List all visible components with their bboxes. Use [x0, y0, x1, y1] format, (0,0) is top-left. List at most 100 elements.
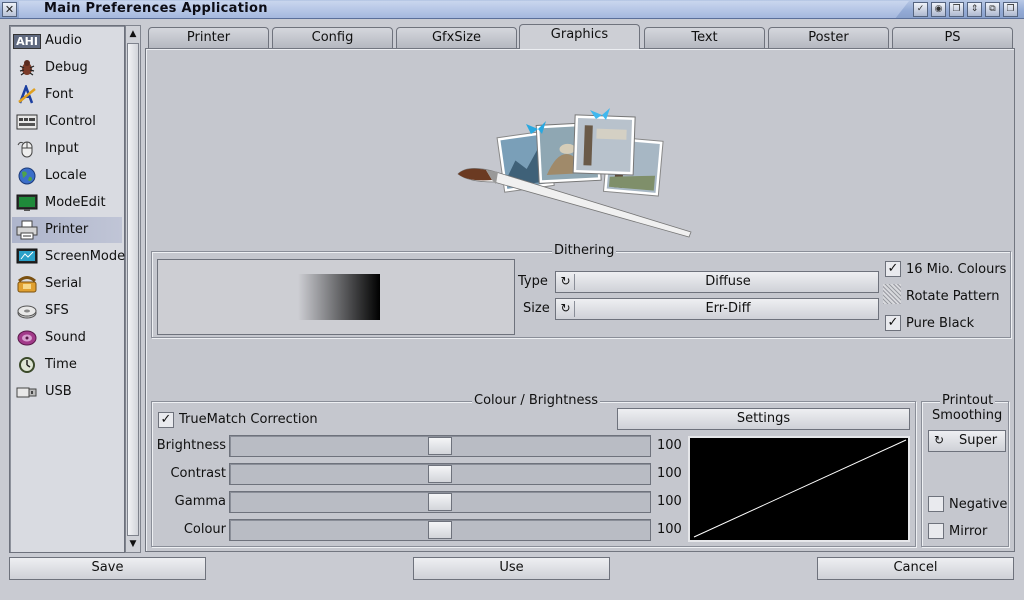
negative-checkbox[interactable]	[928, 496, 944, 512]
keyboard-icon	[15, 112, 39, 132]
title-bar[interactable]: ✕ Main Preferences Application ✓ ◉ ❐ ⇕ ⧉…	[0, 0, 1024, 19]
tab-config[interactable]: Config	[272, 27, 393, 48]
sidebar-item-font[interactable]: Font	[12, 82, 122, 108]
front-back-icon[interactable]: ❐	[1003, 2, 1018, 17]
sidebar-item-usb[interactable]: USB	[12, 379, 122, 405]
sidebar-item-label: ScreenMode	[45, 249, 126, 264]
colour-brightness-title: Colour / Brightness	[472, 393, 601, 408]
clock-icon	[15, 355, 39, 375]
sidebar-item-time[interactable]: Time	[12, 352, 122, 378]
ahi-icon: AHI	[13, 31, 41, 51]
settings-button[interactable]: Settings	[617, 408, 910, 430]
mouse-icon	[15, 139, 39, 159]
sidebar-item-modeedit[interactable]: ModeEdit	[12, 190, 122, 216]
slider-knob[interactable]	[428, 521, 452, 539]
sidebar-item-screenmode[interactable]: ScreenMode	[12, 244, 126, 270]
dithering-group: Dithering Type ↻ Diffuse Size ↻ Err-Diff…	[151, 243, 1011, 338]
cycle-icon: ↻	[933, 433, 945, 447]
scroll-up-arrow-icon[interactable]: ▲	[126, 26, 140, 42]
colour-value: 100	[657, 522, 682, 537]
slider-knob[interactable]	[428, 493, 452, 511]
contrast-slider[interactable]	[229, 463, 651, 485]
monitor-icon	[15, 193, 39, 213]
save-button[interactable]: Save	[9, 557, 206, 580]
contrast-label: Contrast	[170, 466, 226, 481]
graphics-illustration	[456, 104, 696, 244]
brightness-label: Brightness	[156, 438, 226, 453]
smoothing-cycle[interactable]: ↻ Super	[928, 430, 1006, 452]
depth-icon[interactable]: ⧉	[985, 2, 1000, 17]
truematch-label: TrueMatch Correction	[179, 412, 318, 427]
printout-group: Printout Smoothing ↻ Super Negative Mirr…	[921, 393, 1009, 547]
sidebar-item-printer[interactable]: Printer	[12, 217, 122, 243]
sidebar-item-audio[interactable]: AHI Audio	[12, 28, 122, 54]
sidebar-item-debug[interactable]: Debug	[12, 55, 122, 81]
sidebar-item-label: ModeEdit	[45, 195, 106, 210]
use-button[interactable]: Use	[413, 557, 610, 580]
mirror-label: Mirror	[949, 524, 988, 539]
cancel-button[interactable]: Cancel	[817, 557, 1014, 580]
dithering-title: Dithering	[552, 243, 617, 258]
brightness-slider[interactable]	[229, 435, 651, 457]
scroll-down-arrow-icon[interactable]: ▼	[126, 536, 140, 552]
gamma-curve-line	[693, 439, 907, 538]
gamma-slider[interactable]	[229, 491, 651, 513]
sidebar-item-label: SFS	[45, 303, 69, 318]
scroll-thumb[interactable]	[127, 43, 139, 536]
sidebar-item-label: Locale	[45, 168, 87, 183]
tab-ps[interactable]: PS	[892, 27, 1013, 48]
sidebar-item-label: IControl	[45, 114, 96, 129]
sidebar-item-label: USB	[45, 384, 72, 399]
ahi-icon-text: AHI	[13, 33, 41, 49]
size-label: Size	[523, 301, 550, 316]
negative-label: Negative	[949, 497, 1008, 512]
brightness-value: 100	[657, 438, 682, 453]
snapshot-icon[interactable]: ✓	[913, 2, 928, 17]
usb-icon	[15, 382, 39, 402]
tab-graphics[interactable]: Graphics	[519, 24, 640, 49]
mio-colours-checkbox[interactable]: ✓	[885, 261, 901, 277]
sidebar-item-sfs[interactable]: SFS	[12, 298, 122, 324]
dither-preview	[157, 259, 515, 335]
tab-poster[interactable]: Poster	[768, 27, 889, 48]
printout-title: Printout	[940, 393, 996, 408]
tab-gfxsize[interactable]: GfxSize	[396, 27, 517, 48]
dither-pattern	[298, 274, 380, 320]
disk-icon	[15, 301, 39, 321]
rotate-pattern-toggle[interactable]	[883, 284, 901, 304]
sidebar-item-sound[interactable]: Sound	[12, 325, 122, 351]
zoom-icon[interactable]: ⇕	[967, 2, 982, 17]
sidebar-item-label: Printer	[45, 222, 89, 237]
sidebar-item-input[interactable]: Input	[12, 136, 122, 162]
slider-knob[interactable]	[428, 437, 452, 455]
truematch-checkbox[interactable]: ✓	[158, 412, 174, 428]
phone-icon	[15, 274, 39, 294]
sidebar-scrollbar[interactable]: ▲ ▼	[125, 25, 141, 553]
sidebar-item-locale[interactable]: Locale	[12, 163, 122, 189]
tab-text[interactable]: Text	[644, 27, 765, 48]
mirror-checkbox[interactable]	[928, 523, 944, 539]
size-value: Err-Diff	[705, 301, 751, 316]
slider-knob[interactable]	[428, 465, 452, 483]
sidebar-item-label: Sound	[45, 330, 86, 345]
pure-black-checkbox[interactable]: ✓	[885, 315, 901, 331]
colour-slider[interactable]	[229, 519, 651, 541]
close-icon[interactable]: ✕	[2, 2, 17, 17]
popup-icon[interactable]: ❐	[949, 2, 964, 17]
globe-icon	[15, 166, 39, 186]
tab-printer[interactable]: Printer	[148, 27, 269, 48]
sidebar-item-serial[interactable]: Serial	[12, 271, 122, 297]
window-title: Main Preferences Application	[44, 1, 268, 16]
sidebar-item-label: Input	[45, 141, 79, 156]
iconify-icon[interactable]: ◉	[931, 2, 946, 17]
gamma-value: 100	[657, 494, 682, 509]
type-cycle[interactable]: ↻ Diffuse	[555, 271, 879, 293]
sidebar-item-icontrol[interactable]: IControl	[12, 109, 122, 135]
preferences-list[interactable]: AHI Audio Debug Font IControl Input Loca…	[9, 25, 125, 553]
cycle-icon: ↻	[557, 301, 575, 317]
rotate-pattern-label: Rotate Pattern	[906, 289, 1000, 304]
size-cycle[interactable]: ↻ Err-Diff	[555, 298, 879, 320]
sidebar-item-label: Debug	[45, 60, 88, 75]
gamma-label: Gamma	[174, 494, 226, 509]
colour-label: Colour	[183, 522, 226, 537]
